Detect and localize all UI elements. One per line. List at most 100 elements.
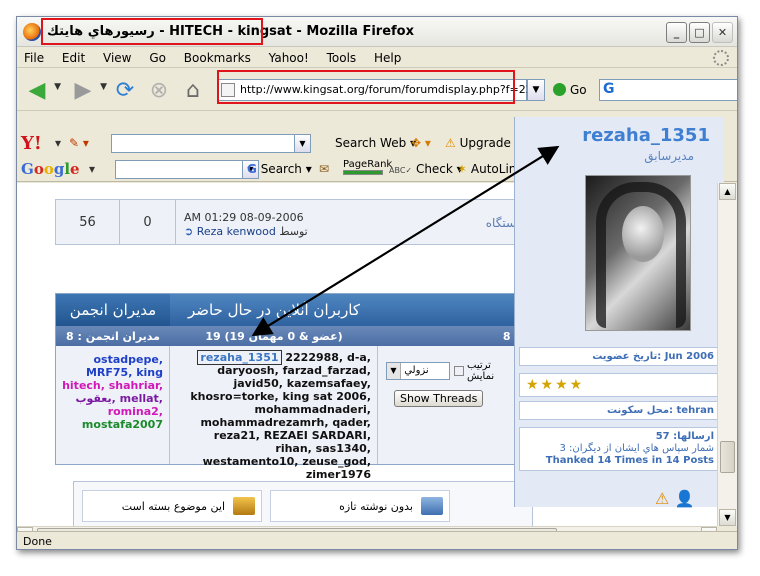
pagerank-indicator[interactable]: PageRank xyxy=(343,159,392,175)
google-menu-dropdown[interactable]: ▾ xyxy=(89,162,95,176)
warning-icon: ⚠ xyxy=(445,136,456,150)
search-web-button[interactable]: Search Web ▾ xyxy=(335,136,416,150)
profile-actions: ⚠ 👤 xyxy=(655,489,694,508)
news-icon[interactable]: ✉ xyxy=(319,162,329,176)
current-user-link[interactable]: rezaha_1351 xyxy=(197,350,282,365)
report-warning-icon[interactable]: ⚠ xyxy=(655,489,669,508)
moderator-line[interactable]: يعقوب, mellat, xyxy=(62,392,163,405)
moderators-header: مديران انجمن xyxy=(56,294,170,326)
profile-join-date: تاريخ عضويت: Jun 2006 xyxy=(519,347,721,366)
show-threads-button[interactable]: Show Threads xyxy=(394,390,484,407)
online-users-names[interactable]: 2222988, d-a, daryoosh, farzad_farzad, j… xyxy=(190,351,371,481)
scroll-down-button[interactable]: ▼ xyxy=(719,509,736,526)
sort-label: ترتيب نمايش xyxy=(467,360,495,382)
menu-help[interactable]: Help xyxy=(367,48,408,65)
home-icon: ⌂ xyxy=(186,77,200,103)
maximize-button[interactable]: □ xyxy=(689,22,710,43)
vertical-scroll-thumb[interactable] xyxy=(720,441,735,473)
thread-title-fragment[interactable]: ستگاه xyxy=(486,216,516,230)
yahoo-menu-dropdown[interactable]: ▾ xyxy=(55,136,61,150)
status-bar: Done xyxy=(17,531,737,549)
wand-icon: ✶ xyxy=(457,162,468,176)
forward-button[interactable]: ▶ ▼ xyxy=(69,76,107,104)
folder-icon xyxy=(421,497,443,515)
legend-no-new-posts: بدون نوشته تازه xyxy=(270,490,450,522)
pencil-icon[interactable]: ✎ ▾ xyxy=(69,136,89,150)
minimize-button[interactable]: _ xyxy=(666,22,687,43)
home-button[interactable]: ⌂ xyxy=(179,76,207,104)
legend-closed-thread: اين موضوع بسته است xyxy=(82,490,262,522)
yahoo-search-input[interactable]: ▼ xyxy=(111,134,311,153)
sort-order-select[interactable]: ▼ نزولي xyxy=(386,362,450,380)
status-text: Done xyxy=(23,535,52,548)
moderator-line[interactable]: hitech, shahriar, xyxy=(62,379,163,392)
reload-icon: ⟳ xyxy=(115,77,135,103)
url-highlight-box xyxy=(217,70,515,104)
go-button[interactable]: Go xyxy=(553,83,587,97)
legend-new-label: بدون نوشته تازه xyxy=(339,500,413,513)
closed-folder-icon xyxy=(233,497,255,515)
moderators-count: مديران انجمن : 8 xyxy=(56,326,170,346)
profile-thanked: Thanked 14 Times in 14 Posts xyxy=(545,455,714,466)
go-icon xyxy=(553,83,566,96)
online-users-list: rezaha_1351 2222988, d-a, daryoosh, farz… xyxy=(170,346,378,481)
abc-check-icon: ABC✓ xyxy=(389,166,413,175)
menu-go[interactable]: Go xyxy=(142,48,173,65)
sort-checkbox[interactable] xyxy=(453,366,464,376)
profile-location: محل سکونت: tehran xyxy=(519,401,721,420)
back-button[interactable]: ◀ ▼ xyxy=(23,76,61,104)
menu-bar: File Edit View Go Bookmarks Yahoo! Tools… xyxy=(17,48,737,68)
vertical-scrollbar[interactable]: ▲ ▼ xyxy=(717,183,737,526)
compass-icon[interactable]: ✥ ▾ xyxy=(411,136,431,150)
profile-stats: ارسالها: 57 شمار سپاس هاي ايشان از ديگرا… xyxy=(519,427,721,471)
google-search-button[interactable]: G Search ▾ xyxy=(247,162,312,176)
views-count: 0 xyxy=(120,200,176,244)
reload-button[interactable]: ⟳ xyxy=(111,76,139,104)
sort-options: ▼ نزولي ترتيب نمايش Show Threads xyxy=(378,346,526,464)
stop-icon: ⊗ xyxy=(149,77,169,103)
last-post-time: AM 01:29 08-09-2006 xyxy=(184,211,304,224)
close-button[interactable]: ✕ xyxy=(712,22,733,43)
spell-check-button[interactable]: ABC✓ Check ▾ xyxy=(389,162,463,176)
replies-count: 56 xyxy=(56,200,120,244)
legend-closed-label: اين موضوع بسته است xyxy=(121,500,225,513)
profile-username[interactable]: rezaha_1351 xyxy=(582,125,710,146)
avatar xyxy=(585,175,691,331)
url-history-dropdown[interactable]: ▼ xyxy=(527,79,545,101)
upgrade-button[interactable]: ⚠ Upgrade t xyxy=(445,136,519,150)
reputation-stars: ★★★★ xyxy=(519,373,721,397)
menu-yahoo[interactable]: Yahoo! xyxy=(262,48,316,65)
right-header xyxy=(378,294,526,326)
browser-window: رسيورهاي هايتك - HITECH - kingsat - Mozi… xyxy=(16,16,738,550)
menu-edit[interactable]: Edit xyxy=(55,48,92,65)
thread-row: 56 0 AM 01:29 08-09-2006 ➲ Reza kenwood … xyxy=(55,199,525,245)
google-search-input[interactable]: ▼ xyxy=(115,160,259,179)
online-users-header: کاربران آنلاين در حال حاضر xyxy=(170,294,378,326)
menu-view[interactable]: View xyxy=(96,48,138,65)
moderator-line[interactable]: romina2, xyxy=(62,405,163,418)
last-post-author[interactable]: Reza kenwood xyxy=(197,225,276,238)
google-logo[interactable]: Google xyxy=(21,160,80,178)
menu-tools[interactable]: Tools xyxy=(320,48,364,65)
search-box[interactable]: G xyxy=(599,79,737,101)
menu-file[interactable]: File xyxy=(17,48,51,65)
firefox-icon xyxy=(23,23,41,41)
moderators-list: ostadpepe, MRF75, king hitech, shahriar,… xyxy=(56,346,170,464)
go-to-post-icon[interactable]: ➲ xyxy=(184,225,193,238)
yahoo-logo-icon[interactable]: Y! xyxy=(21,133,42,154)
moderator-line[interactable]: MRF75, king xyxy=(62,366,163,379)
title-highlight-box xyxy=(41,18,263,45)
google-search-icon: G xyxy=(603,81,615,97)
profile-thanks-given: شمار سپاس هاي ايشان از ديگران: 3 xyxy=(559,443,714,454)
profile-posts: ارسالها: 57 xyxy=(655,431,714,442)
autolink-button[interactable]: ✶ AutoLin xyxy=(457,162,516,176)
scroll-up-button[interactable]: ▲ xyxy=(719,183,736,200)
profile-user-title: مديرسابق xyxy=(644,149,694,163)
menu-bookmarks[interactable]: Bookmarks xyxy=(177,48,258,65)
user-profile-popup: rezaha_1351 مديرسابق تاريخ عضويت: Jun 20… xyxy=(514,117,724,508)
stop-button[interactable]: ⊗ xyxy=(145,76,173,104)
user-icon[interactable]: 👤 xyxy=(674,489,694,508)
moderator-line[interactable]: mostafa2007 xyxy=(62,418,163,431)
moderator-line[interactable]: ostadpepe, xyxy=(62,353,163,366)
forward-arrow-icon: ▶ xyxy=(74,77,92,103)
